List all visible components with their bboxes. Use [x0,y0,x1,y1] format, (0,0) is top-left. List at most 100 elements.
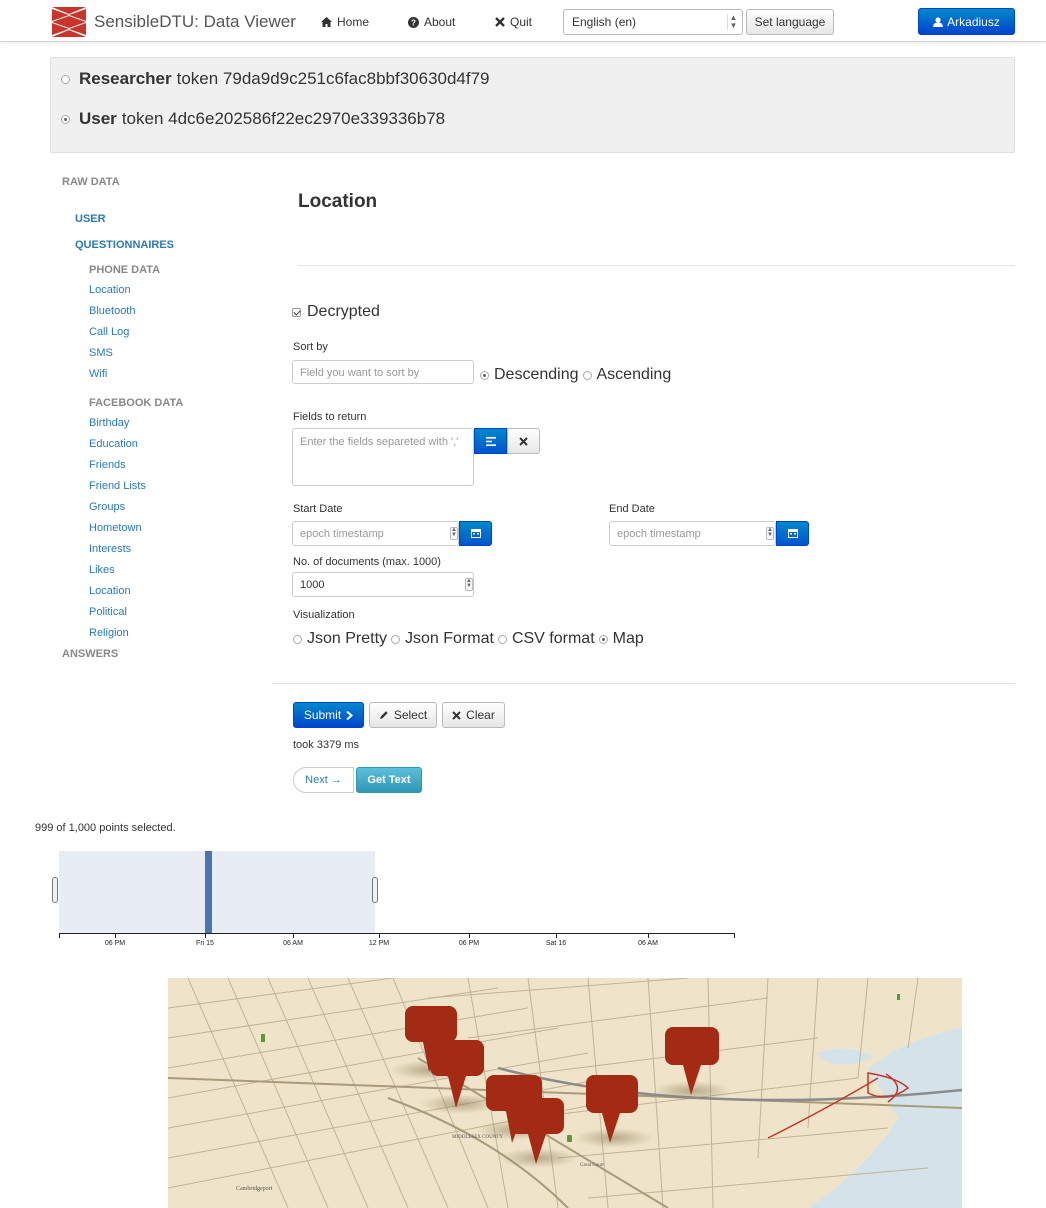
viz-map-radio[interactable] [598,634,608,644]
start-date-input[interactable]: epoch timestamp [292,521,459,546]
fields-textarea[interactable]: Enter the fields separeted with ',' [292,428,474,486]
align-left-icon [485,436,496,446]
num-docs-spinner[interactable]: ▲ ▼ [465,578,473,591]
sidebar-item-birthday[interactable]: Birthday [89,417,129,429]
brush-right-handle[interactable] [372,877,378,903]
axis-tick [293,933,294,938]
nav-quit-link[interactable]: Quit [495,15,532,29]
nav-home-link[interactable]: Home [321,15,369,29]
timeline-brush-selection[interactable] [59,851,375,933]
points-selected-text: 999 of 1,000 points selected. [35,822,176,834]
visualization-label: Visualization [293,609,355,621]
sidebar-item-call-log[interactable]: Call Log [89,326,129,338]
fields-label: Fields to return [293,411,367,423]
sidebar-item-interests[interactable]: Interests [89,543,131,555]
map-label-cambridgeport: Cambridgeport [236,1186,273,1192]
researcher-token-option[interactable]: Researcher token 79da9d9c251c6fac8bbf306… [61,69,490,89]
select-label: Select [393,708,428,722]
ascending-radio[interactable] [582,370,592,380]
sidebar-item-fb-location[interactable]: Location [89,585,131,597]
question-circle-icon: ? [408,16,419,28]
sidebar-item-bluetooth[interactable]: Bluetooth [89,305,135,317]
sidebar-item-likes[interactable]: Likes [89,564,115,576]
timeline-axis [59,933,735,934]
sidebar-item-answers[interactable]: ANSWERS [62,648,118,660]
user-name: Arkadiusz [947,14,1000,29]
navbar: SensibleDTU: Data Viewer Home ? About Qu… [0,0,1046,42]
sidebar-item-religion[interactable]: Religion [89,627,129,639]
ascending-label: Ascending [596,366,672,383]
researcher-token-text: token 79da9d9c251c6fac8bbf30630d4f79 [176,69,490,88]
next-button[interactable]: Next → [293,767,354,793]
start-date-spinner[interactable]: ▲ ▼ [450,527,458,540]
sort-order-options: Descending Ascending [476,366,671,384]
axis-tick [469,933,470,938]
axis-tick-label: 06 PM [104,940,126,947]
clear-button[interactable]: Clear [442,702,505,728]
num-docs-input[interactable]: 1000 [292,572,474,597]
axis-tick-label: Fri 15 [196,940,214,947]
viz-json-format-radio[interactable] [391,634,401,644]
sidebar-item-friend-lists[interactable]: Friend Lists [89,480,146,492]
start-date-calendar-button[interactable] [459,521,492,546]
viz-json-pretty-radio[interactable] [293,634,302,644]
viz-csv-format-radio[interactable] [497,634,507,644]
decrypted-checkbox[interactable] [292,307,301,317]
sidebar-item-wifi[interactable]: Wifi [89,368,107,380]
nav-home-label: Home [337,15,370,29]
axis-tick [205,933,206,938]
sidebar-item-location[interactable]: Location [89,284,131,296]
language-selected-value: English (en) [572,15,637,29]
select-button[interactable]: Select [369,702,437,728]
axis-tick [556,933,557,938]
sidebar-item-sms[interactable]: SMS [89,347,113,359]
svg-text:?: ? [411,18,416,27]
start-date-label: Start Date [293,503,343,515]
user-icon [933,16,944,27]
submit-button[interactable]: Submit [293,702,364,728]
axis-tick [59,933,60,938]
researcher-radio[interactable] [61,74,70,84]
location-map[interactable]: MIDDLESEX COUNTY Great Court Cambridgepo… [168,978,962,1208]
sidebar-item-hometown[interactable]: Hometown [89,522,142,534]
sidebar-facebook-data-header: FACEBOOK DATA [89,397,184,409]
decrypted-option[interactable]: Decrypted [292,303,380,321]
pencil-icon [379,711,388,719]
map-label-great-court: Great Court [580,1163,604,1168]
sidebar-phone-data-header: PHONE DATA [89,264,161,276]
user-role-label: User [79,109,117,128]
end-date-calendar-button[interactable] [776,521,809,546]
visualization-options: Json Pretty Json Format CSV format Map [289,630,644,648]
close-icon [452,710,461,720]
sidebar-item-user[interactable]: USER [75,213,106,225]
nav-about-link[interactable]: ? About [408,15,455,29]
set-language-button[interactable]: Set language [746,9,834,35]
sidebar-item-questionnaires[interactable]: QUESTIONNAIRES [75,239,174,251]
sidebar-item-political[interactable]: Political [89,606,127,618]
researcher-role-label: Researcher [79,69,172,88]
sidebar-item-groups[interactable]: Groups [89,501,125,513]
get-text-button[interactable]: Get Text [356,767,422,793]
home-icon [321,17,332,27]
descending-radio[interactable] [480,370,489,380]
user-menu-button[interactable]: Arkadiusz [918,8,1015,35]
brand[interactable]: SensibleDTU: Data Viewer [52,7,296,37]
query-time-text: took 3379 ms [293,739,360,751]
num-docs-label: No. of documents (max. 1000) [293,556,441,568]
nav-about-label: About [424,15,456,29]
fields-clear-button[interactable] [507,428,540,454]
sidebar-raw-data-header: RAW DATA [62,176,120,188]
user-radio[interactable] [61,114,70,124]
form-divider [272,683,1015,684]
language-select[interactable]: English (en) ▲ ▼ [563,9,743,35]
end-date-spinner[interactable]: ▲ ▼ [766,527,774,540]
end-date-input[interactable]: epoch timestamp [609,521,776,546]
axis-tick-label: 06 AM [283,940,303,947]
user-token-option[interactable]: User token 4dc6e202586f22ec2970e339336b7… [61,109,445,129]
sidebar-item-education[interactable]: Education [89,438,138,450]
sort-field-input[interactable]: Field you want to sort by [292,360,474,384]
fields-format-button[interactable] [474,428,507,454]
axis-tick [379,933,380,938]
sidebar-item-friends[interactable]: Friends [89,459,126,471]
brush-left-handle[interactable] [52,877,58,903]
